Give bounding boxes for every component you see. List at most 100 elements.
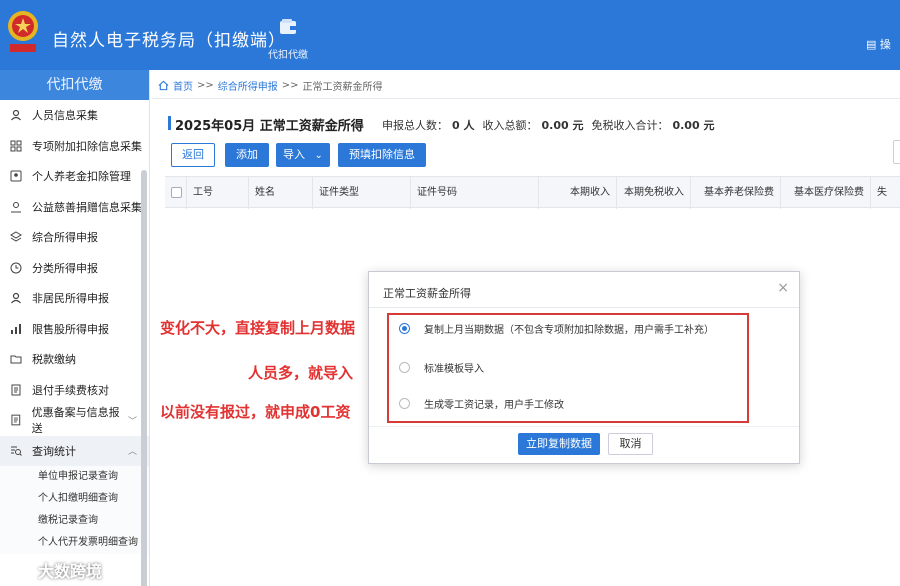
- annotation-zero: 以前没有报过，就申成0工资: [160, 403, 351, 421]
- search-list-icon: [11, 446, 22, 456]
- option-copy-last-month[interactable]: 复制上月当期数据（不包含专项附加扣除数据，用户需手工补充）: [399, 321, 714, 336]
- sidebar-subitem[interactable]: 个人扣缴明细查询: [0, 488, 149, 510]
- radio-unselected[interactable]: [399, 398, 410, 409]
- breadcrumb-home[interactable]: 首页: [173, 78, 193, 93]
- sidebar-item[interactable]: 退付手续费核对: [0, 375, 149, 406]
- sidebar-item[interactable]: 公益慈善捐赠信息采集: [0, 192, 149, 223]
- table-header: 工号 姓名 证件类型 证件号码 本期收入 本期免税收入 基本养老保险费 基本医疗…: [165, 176, 900, 209]
- column-header[interactable]: 失: [871, 177, 900, 209]
- stat-income-label: 收入总额：: [482, 119, 538, 132]
- nav-withholding[interactable]: 代扣代缴: [262, 18, 314, 61]
- stat-exempt-value: 0.00 元: [672, 119, 715, 132]
- breadcrumb-mid[interactable]: 综合所得申报: [218, 78, 278, 93]
- sidebar-item[interactable]: 个人养老金扣除管理: [0, 161, 149, 192]
- document-icon: [11, 384, 21, 396]
- select-all-checkbox[interactable]: [171, 187, 182, 198]
- radio-unselected[interactable]: [399, 362, 410, 373]
- top-header: 自然人电子税务局（扣缴端） 代扣代缴 ▤ 操: [0, 0, 900, 70]
- divider: [369, 307, 799, 308]
- back-button[interactable]: 返回: [171, 143, 215, 167]
- folder-icon: [10, 355, 22, 364]
- sidebar-item-label: 优惠备案与信息报送: [31, 406, 120, 436]
- sidebar-subitem[interactable]: 单位申报记录查询: [0, 466, 149, 488]
- menu-glyph-icon: ▤: [866, 38, 877, 51]
- column-header[interactable]: 本期收入: [539, 177, 617, 209]
- sidebar-item-label: 个人养老金扣除管理: [32, 170, 131, 184]
- import-button[interactable]: 导入 ⌄: [276, 143, 330, 167]
- stat-income-value: 0.00 元: [541, 119, 584, 132]
- sidebar-item[interactable]: 查询统计 ︿: [0, 435, 149, 466]
- document-icon: [11, 414, 21, 426]
- column-header[interactable]: 姓名: [249, 177, 313, 209]
- sidebar-subitem[interactable]: 个人代开发票明细查询: [0, 532, 149, 554]
- sidebar-item[interactable]: 税款缴纳: [0, 344, 149, 375]
- nav-withholding-label: 代扣代缴: [268, 50, 308, 61]
- sidebar-item[interactable]: 分类所得申报: [0, 253, 149, 284]
- dialog-title: 正常工资薪金所得: [383, 287, 471, 300]
- sidebar-item[interactable]: 人员信息采集: [0, 100, 149, 131]
- sidebar-subitem[interactable]: 缴税记录查询: [0, 510, 149, 532]
- option-label: 标准模板导入: [424, 364, 484, 375]
- page-title: 2025年05月 正常工资薪金所得: [175, 119, 364, 134]
- breadcrumb-sep: >>: [281, 80, 299, 91]
- title-accent-bar: [168, 116, 171, 130]
- watermark-logo-icon: [9, 560, 29, 580]
- contact-card-icon: [10, 170, 22, 182]
- sidebar-item-label: 查询统计: [32, 444, 76, 458]
- bar-chart-icon: [11, 323, 21, 334]
- sidebar-item-label: 限售股所得申报: [32, 322, 109, 336]
- chevron-down-icon: ﹀: [127, 416, 137, 427]
- person-icon: [11, 293, 21, 304]
- close-icon[interactable]: ×: [777, 280, 789, 296]
- wallet-icon: [280, 19, 296, 34]
- sidebar-item-label: 税款缴纳: [32, 353, 76, 367]
- column-header[interactable]: 证件类型: [313, 177, 411, 209]
- grid-icon: [10, 140, 22, 152]
- watermark: 大数跨境: [8, 558, 102, 582]
- sidebar-item[interactable]: 非居民所得申报: [0, 283, 149, 314]
- column-header[interactable]: 工号: [187, 177, 249, 209]
- sidebar-item-label: 公益慈善捐赠信息采集: [32, 200, 142, 214]
- column-settings-button[interactable]: [893, 140, 900, 164]
- divider: [369, 426, 799, 427]
- option-label: 复制上月当期数据（不包含专项附加扣除数据，用户需手工补充）: [424, 325, 714, 336]
- charity-icon: [11, 201, 21, 213]
- sidebar-item[interactable]: 限售股所得申报: [0, 314, 149, 345]
- column-header[interactable]: 证件号码: [411, 177, 539, 209]
- top-right-menu[interactable]: ▤ 操: [866, 36, 900, 52]
- home-icon: [158, 80, 169, 91]
- clock-icon: [10, 262, 22, 274]
- radio-selected[interactable]: [399, 323, 410, 334]
- stat-count-value: 0 人: [452, 119, 475, 132]
- national-emblem-icon: [8, 11, 38, 52]
- annotation-import: 人员多，就导入: [248, 364, 354, 382]
- column-header[interactable]: 基本医疗保险费: [781, 177, 871, 209]
- annotation-copy: 变化不大，直接复制上月数据: [160, 319, 356, 337]
- copy-data-dialog: 正常工资薪金所得 × 复制上月当期数据（不包含专项附加扣除数据，用户需手工补充）…: [368, 271, 800, 464]
- sidebar-scrollbar[interactable]: [141, 170, 147, 586]
- option-template-import[interactable]: 标准模板导入: [399, 360, 484, 375]
- sidebar-item[interactable]: 优惠备案与信息报送 ﹀: [0, 405, 149, 436]
- sidebar-item[interactable]: 专项附加扣除信息采集: [0, 131, 149, 162]
- prefill-deduction-button[interactable]: 预填扣除信息: [338, 143, 426, 167]
- app-title: 自然人电子税务局（扣缴端）: [52, 31, 286, 51]
- sidebar: 代扣代缴 人员信息采集 专项附加扣除信息采集 个人养老金扣除管理 公益慈善捐赠信息采集…: [0, 70, 150, 586]
- divider: [152, 98, 900, 99]
- sidebar-item-label: 综合所得申报: [32, 231, 98, 245]
- option-zero-salary[interactable]: 生成零工资记录，用户手工修改: [399, 396, 564, 411]
- chevron-up-icon: ︿: [127, 447, 137, 458]
- add-button[interactable]: 添加: [225, 143, 269, 167]
- column-header[interactable]: 本期免税收入: [617, 177, 691, 209]
- sidebar-item-label: 非居民所得申报: [32, 292, 109, 306]
- watermark-text: 大数跨境: [38, 562, 103, 581]
- copy-now-button[interactable]: 立即复制数据: [518, 433, 600, 455]
- option-label: 生成零工资记录，用户手工修改: [424, 400, 564, 411]
- cancel-button[interactable]: 取消: [608, 433, 653, 455]
- breadcrumb: 首页 >> 综合所得申报 >> 正常工资薪金所得: [158, 78, 383, 93]
- column-header[interactable]: 基本养老保险费: [691, 177, 781, 209]
- sidebar-item[interactable]: 综合所得申报: [0, 222, 149, 253]
- person-icon: [11, 110, 21, 121]
- summary-stats: 申报总人数： 0 人 收入总额： 0.00 元 免税收入合计： 0.00 元: [382, 117, 718, 133]
- import-label: 导入: [283, 148, 306, 161]
- stat-count-label: 申报总人数：: [382, 119, 448, 132]
